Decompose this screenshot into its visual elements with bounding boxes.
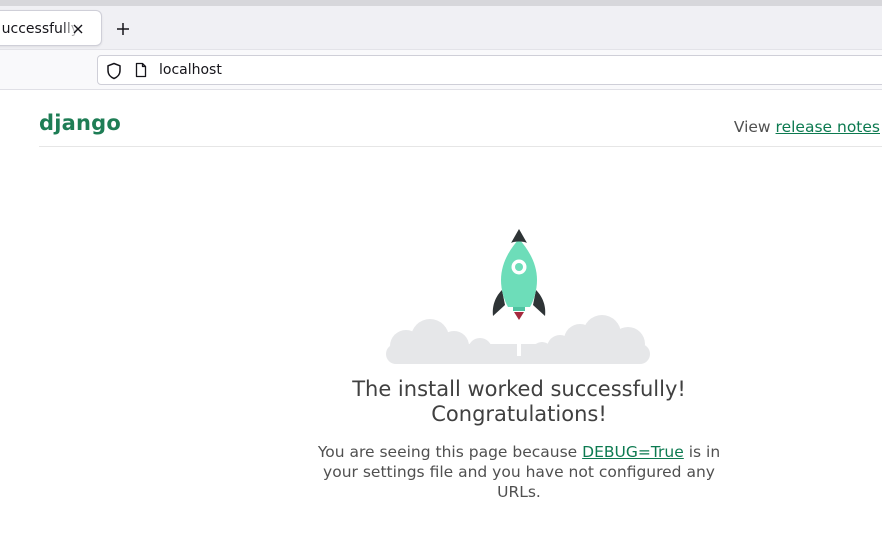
url-text[interactable]: localhost [159, 62, 222, 78]
tab-bar: The install worked successfully [0, 6, 882, 49]
page-content: django View release notes The install wo… [0, 91, 882, 552]
release-notes-link[interactable]: release notes [776, 118, 880, 136]
debug-docs-link[interactable]: DEBUG=True [582, 443, 684, 461]
new-tab-button[interactable] [112, 18, 134, 40]
release-notes-line: View release notes [733, 118, 880, 136]
rocket-illustration [384, 228, 652, 366]
page-icon [134, 62, 148, 78]
plus-icon [117, 23, 129, 35]
navigation-toolbar: localhost [0, 49, 882, 90]
exhaust-trail [517, 316, 521, 356]
close-icon[interactable] [71, 21, 85, 35]
shield-icon[interactable] [106, 62, 122, 80]
rocket-nozzle [513, 307, 525, 311]
debug-description: You are seeing this page because DEBUG=T… [317, 443, 721, 501]
address-bar[interactable]: localhost [97, 55, 882, 85]
install-success-heading: The install worked successfully! Congrat… [352, 377, 686, 426]
rocket-nose [511, 229, 527, 243]
tab-title: The install worked successfully [1, 21, 79, 37]
django-logo[interactable]: django [39, 111, 121, 135]
django-header: django View release notes [39, 91, 882, 147]
rocket-flame [514, 312, 524, 320]
tab-active[interactable]: The install worked successfully [0, 10, 102, 46]
